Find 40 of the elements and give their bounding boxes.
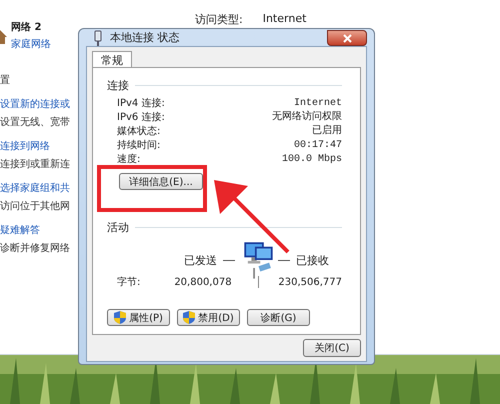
field-value: 已启用	[312, 125, 342, 139]
task-description: 诊断并修复网络	[0, 242, 71, 255]
bytes-sent-value: 20,800,078	[173, 276, 232, 288]
close-button[interactable]: 关闭(C)	[303, 339, 361, 357]
task-link[interactable]: 连接到网络	[0, 139, 78, 153]
group-heading: 连接	[107, 78, 129, 93]
close-button[interactable]	[327, 30, 367, 46]
field-value: 00:17:47	[294, 139, 342, 153]
field-value: 无网络访问权限	[272, 111, 342, 124]
bytes-label: 字节:	[116, 276, 142, 289]
task-link[interactable]: 设置新的连接或	[0, 97, 78, 111]
field-label: 媒体状态:	[117, 125, 160, 139]
task-description: 设置无线、宽带	[0, 116, 71, 129]
task-description: 访问位于其他网	[0, 200, 71, 213]
action-button[interactable]: 属性(P)	[107, 309, 170, 326]
sent-label: 已发送	[184, 252, 217, 268]
task-link[interactable]: 疑难解答	[0, 223, 78, 237]
action-button[interactable]: 禁用(D)	[177, 309, 240, 326]
details-button[interactable]: 详细信息(E)...	[119, 173, 203, 190]
field-label: 持续时间:	[117, 139, 160, 153]
bytes-received-value: 230,506,777	[278, 276, 342, 288]
close-icon	[342, 32, 352, 44]
task-description: 连接到或重新连	[0, 158, 71, 171]
window-title: 本地连接 状态	[110, 30, 180, 45]
network-name: 网络 2	[11, 20, 42, 34]
plug-icon	[92, 30, 104, 46]
action-button[interactable]: 诊断(G)	[247, 309, 310, 326]
section-heading: 置	[0, 74, 11, 87]
group-heading: 活动	[107, 220, 129, 235]
task-link[interactable]: 选择家庭组和共	[0, 181, 78, 195]
access-type-label: 访问类型:	[195, 12, 243, 27]
network-type-link[interactable]: 家庭网络	[11, 37, 51, 51]
field-label: IPv6 连接:	[117, 111, 165, 125]
access-type-value: Internet	[262, 12, 306, 25]
tab[interactable]: 常规	[92, 51, 132, 67]
received-label: 已接收	[296, 252, 330, 268]
field-value: 100.0 Mbps	[282, 153, 342, 167]
field-label: IPv4 连接:	[117, 97, 165, 111]
field-label: 速度:	[117, 153, 140, 167]
field-value: Internet	[294, 97, 342, 110]
